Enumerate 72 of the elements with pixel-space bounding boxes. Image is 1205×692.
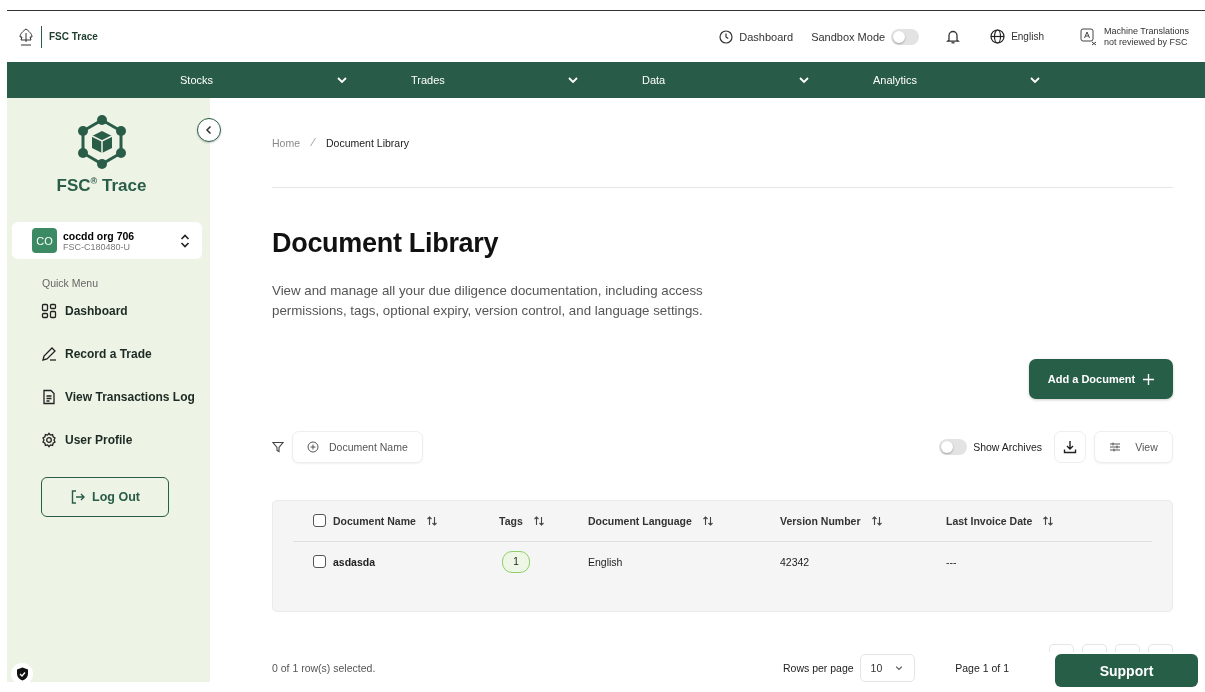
- nav-menu[interactable]: Stocks: [180, 73, 349, 87]
- column-header: Tags: [499, 514, 523, 527]
- table-cell-text: asdasda: [333, 555, 377, 568]
- log-out-button[interactable]: Log Out: [41, 477, 169, 517]
- grid-icon: [41, 302, 57, 319]
- page-title: Document Library: [272, 228, 500, 260]
- table-cell-text: ---: [946, 555, 958, 568]
- organization-avatar: CO: [32, 228, 57, 253]
- rows-per-page-label: Rows per page: [782, 662, 854, 674]
- filter-icon[interactable]: [272, 440, 284, 453]
- sidebar-item[interactable]: Dashboard: [41, 289, 210, 332]
- organization-code: FSC-C180480-U: [63, 241, 132, 252]
- document-name-filter-button[interactable]: Document Name: [292, 430, 423, 463]
- quick-menu-label: Quick Menu: [42, 277, 100, 289]
- chevron-left-icon: [205, 125, 213, 135]
- column-header: Document Name: [333, 514, 416, 527]
- chevron-down-icon: [894, 663, 905, 673]
- page-indicator: Page 1 of 1: [955, 662, 1009, 674]
- row-checkbox[interactable]: [313, 555, 326, 569]
- translation-note: Machine Translations not reviewed by FSC: [1103, 25, 1189, 48]
- plus-circle-icon: [307, 440, 319, 453]
- nav-menu[interactable]: Analytics: [873, 73, 1042, 87]
- download-icon: [1063, 439, 1077, 454]
- add-document-button[interactable]: Add a Document: [1029, 359, 1173, 399]
- table-cell-text: 42342: [780, 555, 811, 568]
- sidebar-item[interactable]: User Profile: [41, 418, 210, 461]
- shield-check-icon[interactable]: [15, 667, 29, 681]
- rows-per-page-select[interactable]: 10: [859, 654, 916, 682]
- breadcrumb-separator-icon: [309, 136, 317, 149]
- nav-menu[interactable]: Data: [642, 73, 811, 87]
- tag-count-badge: 1: [502, 550, 530, 573]
- collapse-sidebar-button[interactable]: [197, 118, 221, 142]
- sort-icon[interactable]: [701, 514, 714, 527]
- bell-icon[interactable]: [946, 29, 961, 44]
- log-out-icon: [70, 489, 87, 505]
- plus-icon: [1143, 373, 1155, 385]
- sort-icon[interactable]: [425, 514, 438, 527]
- sidebar-item[interactable]: View Transactions Log: [41, 375, 210, 418]
- sort-icon[interactable]: [532, 514, 545, 527]
- table-cell-text: English: [588, 555, 624, 568]
- selection-count: 0 of 1 row(s) selected.: [272, 662, 376, 674]
- pen-icon: [41, 345, 57, 362]
- tree-logo-icon: [18, 26, 34, 47]
- download-button[interactable]: [1054, 430, 1086, 463]
- sliders-icon: [1109, 440, 1122, 453]
- organization-name: cocdd org 706: [63, 229, 136, 242]
- nav-menu[interactable]: Trades: [411, 73, 580, 87]
- logo-text: FSC Trace: [49, 31, 98, 42]
- page-description: View and manage all your due diligence documentation, including access permissions, tags, optional expiry, version control, and language settings.: [272, 282, 704, 321]
- toggle-switch[interactable]: [891, 28, 920, 45]
- dashboard-link[interactable]: Dashboard: [719, 29, 794, 44]
- sort-icon[interactable]: [870, 514, 883, 527]
- sidebar-item[interactable]: Record a Trade: [41, 332, 210, 375]
- column-header: Document Language: [588, 514, 692, 527]
- translate-icon: [1079, 27, 1098, 46]
- gear-icon: [41, 431, 57, 448]
- support-button[interactable]: Support: [1055, 654, 1198, 687]
- sandbox-label: Sandbox Mode: [811, 30, 886, 43]
- column-header: Version Number: [780, 514, 861, 527]
- select-all-checkbox[interactable]: [313, 514, 326, 528]
- up-down-chevron-icon: [180, 233, 190, 248]
- show-archives-label: Show Archives: [973, 440, 1042, 453]
- column-header: Last Invoice Date: [946, 514, 1033, 527]
- toggle-switch[interactable]: [939, 438, 968, 455]
- clock-icon: [719, 29, 734, 44]
- brand-name: FSC$^{®}$ Trace: [56, 176, 147, 196]
- globe-icon: [990, 29, 1006, 44]
- sort-icon[interactable]: [1042, 514, 1055, 527]
- view-options-button[interactable]: View: [1094, 430, 1173, 463]
- breadcrumb-link[interactable]: Home: [272, 136, 300, 149]
- language-selector[interactable]: English: [1011, 31, 1044, 42]
- document-icon: [41, 388, 57, 405]
